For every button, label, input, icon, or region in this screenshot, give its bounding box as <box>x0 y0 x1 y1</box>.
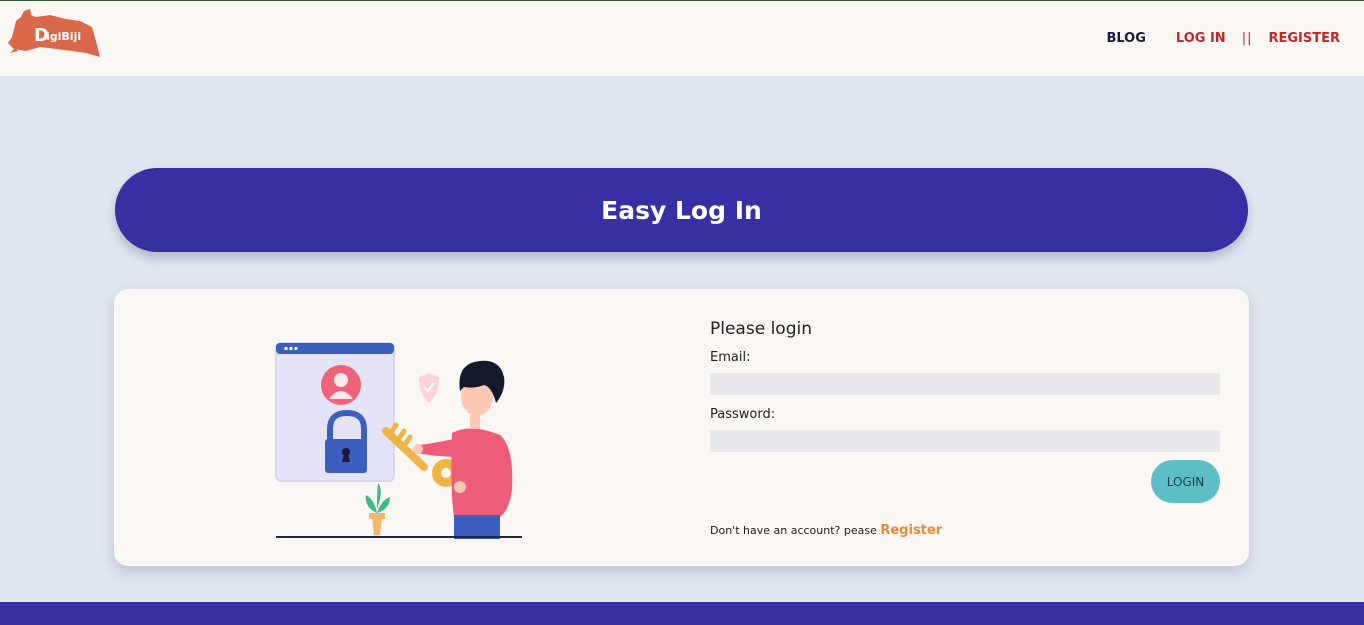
register-prompt-text: Don't have an account? pease <box>710 524 877 537</box>
digibiji-logo[interactable]: D igiBiji <box>6 7 102 63</box>
login-illustration <box>275 342 522 539</box>
login-card: Please login Email: Password: LOGIN Don'… <box>114 289 1249 566</box>
footer-band <box>0 602 1364 625</box>
nav-separator: || <box>1241 31 1253 46</box>
page-title: Easy Log In <box>601 195 762 225</box>
register-link[interactable]: Register <box>880 523 942 538</box>
form-actions: LOGIN <box>710 460 1220 508</box>
nav-links: BLOG LOG IN || REGISTER <box>1106 31 1340 46</box>
nav-register-link[interactable]: REGISTER <box>1268 31 1340 46</box>
hero-banner: Easy Log In <box>115 168 1248 252</box>
login-button[interactable]: LOGIN <box>1151 460 1220 503</box>
email-label: Email: <box>710 350 751 365</box>
register-prompt: Don't have an account? pease Register <box>710 523 1220 538</box>
email-field[interactable] <box>710 373 1220 395</box>
navbar: D igiBiji BLOG LOG IN || REGISTER <box>0 1 1364 77</box>
login-form: Please login Email: Password: LOGIN Don'… <box>710 319 1220 538</box>
password-field[interactable] <box>710 430 1220 452</box>
password-label: Password: <box>710 407 776 422</box>
nav-login-link[interactable]: LOG IN <box>1176 31 1226 46</box>
form-title: Please login <box>710 319 812 339</box>
logo-text: igiBiji <box>46 30 81 43</box>
nav-blog-link[interactable]: BLOG <box>1106 31 1145 46</box>
